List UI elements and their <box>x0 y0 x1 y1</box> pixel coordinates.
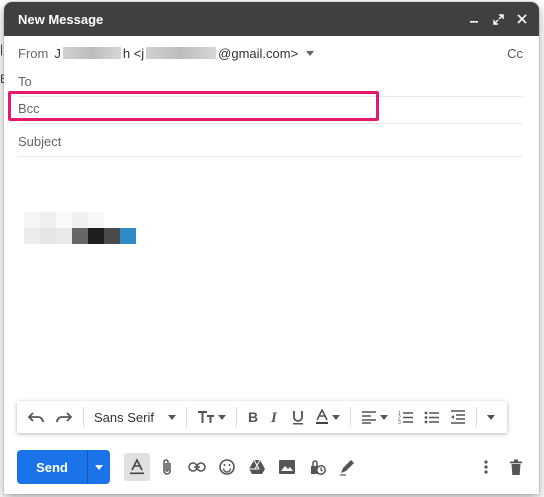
compose-title-bar: New Message <box>4 2 539 36</box>
font-family-value: Sans Serif <box>94 409 154 425</box>
inbox-background-fragment: | <box>0 42 4 56</box>
font-family-select[interactable]: Sans Serif <box>90 403 180 431</box>
formatting-toolbar: Sans Serif B I 123 <box>17 401 507 433</box>
confidential-mode-icon[interactable] <box>304 453 330 481</box>
chevron-down-icon <box>306 50 315 56</box>
insert-link-icon[interactable] <box>184 453 210 481</box>
insert-signature-icon[interactable] <box>334 453 360 481</box>
bulleted-list-icon[interactable] <box>420 403 444 431</box>
attach-file-icon[interactable] <box>154 453 180 481</box>
google-drive-icon[interactable] <box>244 453 270 481</box>
minimize-icon[interactable] <box>467 12 481 26</box>
compose-bottom-bar: Send <box>17 450 529 484</box>
cc-link[interactable]: Cc <box>507 46 523 61</box>
from-address-suffix: @gmail.com> <box>218 45 299 61</box>
to-placeholder: To <box>18 73 32 89</box>
close-icon[interactable] <box>515 12 529 26</box>
bold-icon[interactable]: B <box>243 403 263 431</box>
schedule-send-dropdown[interactable] <box>87 450 110 484</box>
undo-icon[interactable] <box>23 403 49 431</box>
svg-text:B: B <box>248 410 258 424</box>
text-color-icon[interactable] <box>311 403 344 431</box>
more-formatting-icon[interactable] <box>483 403 499 431</box>
signature-image-redacted <box>24 212 136 244</box>
send-button-group: Send <box>17 450 110 484</box>
send-button[interactable]: Send <box>17 450 87 484</box>
chevron-down-icon <box>95 464 103 470</box>
from-address-prefix: J <box>54 45 61 61</box>
insert-photo-icon[interactable] <box>274 453 300 481</box>
chevron-down-icon <box>167 414 176 420</box>
from-address-mid: h <j <box>122 45 145 61</box>
italic-icon[interactable]: I <box>265 403 285 431</box>
from-address[interactable]: J h <j @gmail.com> <box>54 45 315 61</box>
from-label: From <box>18 45 49 61</box>
more-options-icon[interactable] <box>473 453 499 481</box>
align-icon[interactable] <box>357 403 392 431</box>
svg-text:I: I <box>270 410 278 424</box>
bcc-placeholder: Bcc <box>18 100 40 116</box>
subject-field[interactable]: Subject <box>18 126 523 157</box>
insert-emoji-icon[interactable] <box>214 453 240 481</box>
underline-icon[interactable] <box>287 403 309 431</box>
numbered-list-icon[interactable]: 123 <box>394 403 418 431</box>
text-size-icon[interactable] <box>193 403 230 431</box>
bcc-field[interactable]: Bcc <box>18 93 523 124</box>
subject-placeholder: Subject <box>18 133 62 149</box>
expand-icon[interactable] <box>491 12 505 26</box>
redo-icon[interactable] <box>51 403 77 431</box>
svg-text:3: 3 <box>398 420 401 424</box>
compose-title: New Message <box>18 11 104 27</box>
formatting-options-icon[interactable] <box>124 453 150 481</box>
redacted-name <box>62 47 121 59</box>
discard-draft-icon[interactable] <box>503 453 529 481</box>
from-row: From J h <j @gmail.com> Cc <box>18 38 523 68</box>
indent-less-icon[interactable] <box>446 403 470 431</box>
compose-window: New Message From J h <j @gmail.com> Cc T… <box>4 2 539 494</box>
redacted-email <box>146 47 217 59</box>
